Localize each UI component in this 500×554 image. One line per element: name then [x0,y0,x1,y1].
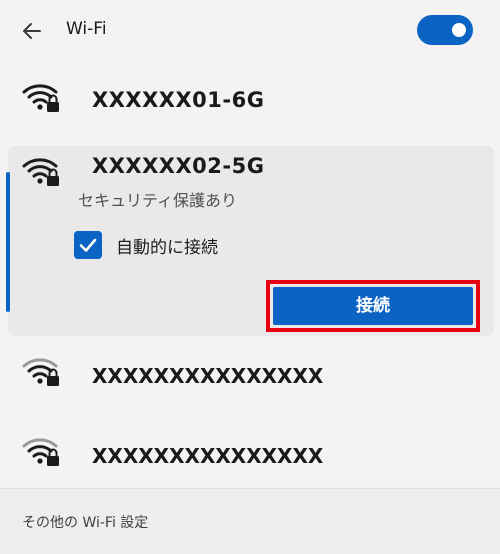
auto-connect-checkbox[interactable] [74,231,102,259]
wifi-secured-icon [22,358,59,386]
page-title: Wi-Fi [66,19,107,39]
toggle-knob [452,23,466,37]
auto-connect-label[interactable]: 自動的に接続 [116,233,218,258]
wifi-secured-icon [22,438,59,466]
selection-indicator [6,172,10,312]
back-arrow-icon[interactable] [20,18,46,44]
network-name[interactable]: XXXXXXXXXXXXXXX [92,364,323,388]
connect-button[interactable]: 接続 [273,287,473,325]
network-name[interactable]: XXXXXXXXXXXXXXX [92,444,323,468]
wifi-secured-icon [22,158,59,186]
wifi-secured-icon [22,84,59,112]
network-name[interactable]: XXXXXX01-6G [92,88,264,112]
wifi-toggle[interactable] [417,15,473,45]
network-name[interactable]: XXXXXX02-5G [92,154,264,178]
more-wifi-settings-link[interactable]: その他の Wi-Fi 設定 [22,512,148,532]
network-security-status: セキュリティ保護あり [78,191,238,210]
wifi-flyout: Wi-Fi XXXXXX01-6G XXXXXX02-5G セキュリティ保護あり… [0,0,500,554]
